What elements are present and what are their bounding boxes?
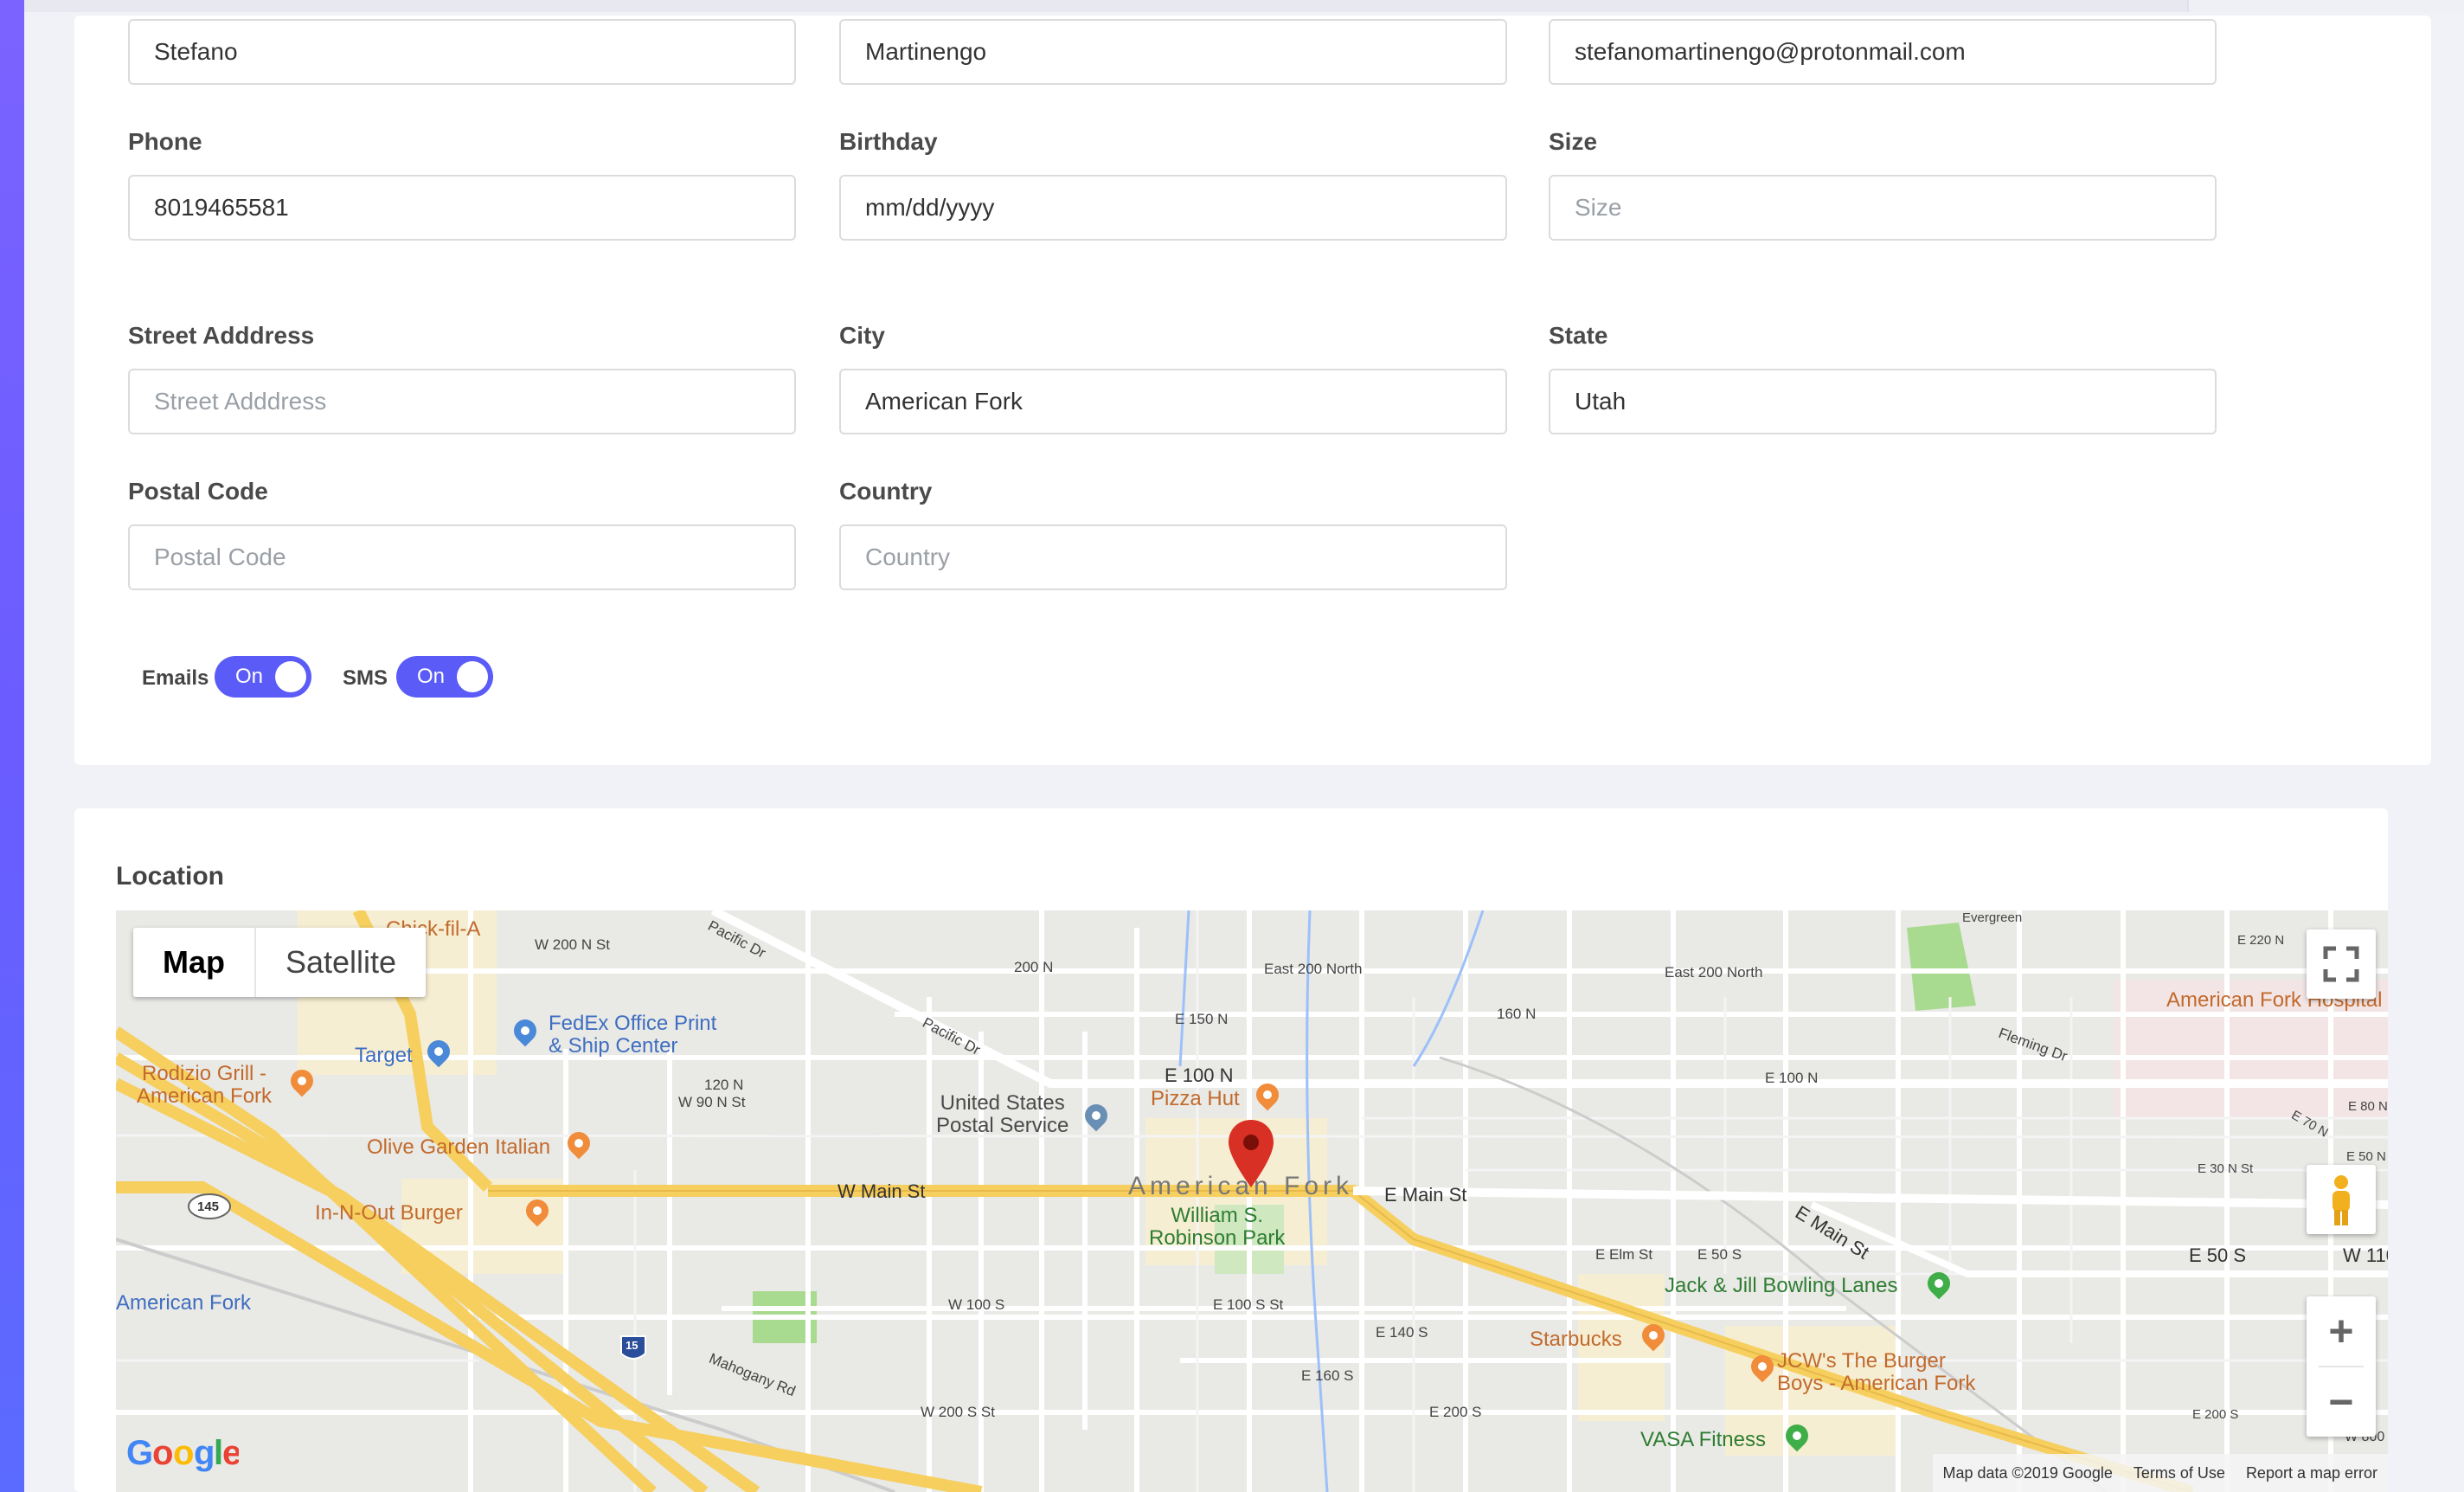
- map-label-e50s-2: E 50 S: [2189, 1244, 2247, 1266]
- map-label-e50s: E 50 S: [1697, 1246, 1742, 1263]
- map-type-map-button[interactable]: Map: [133, 928, 256, 997]
- map-label-w110: W 110: [2343, 1244, 2388, 1266]
- map-label-w100s: W 100 S: [948, 1296, 1005, 1313]
- country-label: Country: [839, 478, 933, 505]
- map-label-w200s: W 200 S St: [921, 1404, 995, 1420]
- size-field[interactable]: [1549, 175, 2217, 241]
- map-label-e100n: E 100 N: [1165, 1064, 1234, 1086]
- postal-field[interactable]: [128, 524, 796, 590]
- state-label: State: [1549, 322, 1608, 349]
- map-label-olive-garden[interactable]: Olive Garden Italian: [367, 1135, 550, 1160]
- map-label-160n: 160 N: [1497, 1006, 1537, 1022]
- birthday-field[interactable]: [839, 175, 1507, 241]
- location-title: Location: [116, 862, 224, 891]
- us145-shield-text: 145: [197, 1199, 220, 1214]
- map-label-jcws[interactable]: JCW's The Burger Boys - American Fork: [1777, 1350, 1975, 1395]
- city-label: City: [839, 322, 885, 349]
- svg-text:g: g: [194, 1434, 215, 1472]
- zoom-out-button[interactable]: −: [2307, 1367, 2376, 1437]
- sms-toggle[interactable]: On: [396, 656, 493, 698]
- map-label-east200north: East 200 North: [1264, 961, 1363, 977]
- sms-toggle-label: SMS: [343, 666, 388, 690]
- map-label-af-station[interactable]: American Fork: [116, 1291, 251, 1315]
- report-map-error-link[interactable]: Report a map error: [2246, 1464, 2377, 1482]
- map-label-starbucks[interactable]: Starbucks: [1530, 1328, 1622, 1352]
- svg-text:o: o: [173, 1434, 194, 1472]
- map-label-usps[interactable]: United States Postal Service: [936, 1092, 1068, 1137]
- map-label-innout[interactable]: In-N-Out Burger: [315, 1201, 463, 1225]
- fullscreen-icon: [2323, 946, 2359, 982]
- zoom-control: + −: [2307, 1296, 2376, 1437]
- map-label-w200n: W 200 N St: [535, 936, 610, 953]
- postal-label: Postal Code: [128, 478, 268, 505]
- map-label-e100n-2: E 100 N: [1765, 1070, 1819, 1086]
- location-card: Location Chick-fil-A W 200 N St Pacific …: [74, 808, 2388, 1492]
- profile-form-card: Phone Birthday Size Street Adddress City…: [74, 16, 2431, 765]
- map-type-control: Map Satellite: [133, 928, 427, 997]
- google-map[interactable]: Chick-fil-A W 200 N St Pacific Dr Pacifi…: [116, 910, 2388, 1492]
- map-label-target[interactable]: Target: [355, 1044, 413, 1068]
- size-label: Size: [1549, 128, 1598, 155]
- map-label-vasa[interactable]: VASA Fitness: [1640, 1428, 1766, 1452]
- street-field[interactable]: [128, 369, 796, 434]
- google-logo: G o o g l e: [126, 1431, 241, 1482]
- last-name-field[interactable]: [839, 19, 1507, 85]
- map-label-jack-jill[interactable]: Jack & Jill Bowling Lanes: [1665, 1274, 1897, 1298]
- sms-toggle-knob: [457, 661, 488, 692]
- map-label-w90n: W 90 N St: [678, 1094, 746, 1110]
- map-footer: Map data ©2019 Google Terms of Use Repor…: [1932, 1454, 2388, 1492]
- emails-toggle[interactable]: On: [215, 656, 311, 698]
- top-strip: [24, 0, 2464, 12]
- map-label-120n: 120 N: [704, 1077, 744, 1093]
- map-label-w-main: W Main St: [837, 1180, 926, 1202]
- state-field[interactable]: [1549, 369, 2217, 434]
- map-label-200n: 200 N: [1014, 959, 1054, 975]
- i15-shield-text: 15: [626, 1339, 638, 1352]
- map-label-e100s: E 100 S St: [1213, 1296, 1284, 1313]
- emails-toggle-label: Emails: [142, 666, 209, 690]
- map-label-e150n: E 150 N: [1175, 1011, 1229, 1027]
- map-label-elm: E Elm St: [1595, 1246, 1653, 1263]
- email-field[interactable]: [1549, 19, 2217, 85]
- map-label-rodizio[interactable]: Rodizio Grill - American Fork: [137, 1063, 272, 1108]
- map-data-attribution: Map data ©2019 Google: [1942, 1463, 2113, 1482]
- birthday-label: Birthday: [839, 128, 938, 155]
- map-label-e200s: E 200 S: [1429, 1404, 1482, 1420]
- map-label-e-main: E Main St: [1384, 1184, 1467, 1206]
- map-label-east200north-2: East 200 North: [1665, 964, 1763, 981]
- svg-text:o: o: [152, 1434, 173, 1472]
- street-label: Street Adddress: [128, 322, 315, 349]
- map-label-pizza-hut[interactable]: Pizza Hut: [1151, 1087, 1240, 1111]
- street-view-button[interactable]: [2307, 1165, 2376, 1234]
- terms-of-use-link[interactable]: Terms of Use: [2134, 1464, 2225, 1482]
- emails-toggle-state: On: [235, 665, 264, 688]
- fullscreen-button[interactable]: [2307, 929, 2376, 999]
- pegman-icon: [2332, 1175, 2350, 1225]
- country-field[interactable]: [839, 524, 1507, 590]
- map-label-e220n: E 220 N: [2237, 933, 2285, 948]
- map-type-satellite-button[interactable]: Satellite: [256, 928, 426, 997]
- phone-field[interactable]: [128, 175, 796, 241]
- map-label-e200s-2: E 200 S: [2192, 1407, 2239, 1422]
- top-strip-segment: [2187, 0, 2464, 12]
- emails-toggle-knob: [275, 661, 306, 692]
- svg-text:e: e: [222, 1434, 239, 1472]
- city-field[interactable]: [839, 369, 1507, 434]
- zoom-in-button[interactable]: +: [2307, 1296, 2376, 1366]
- map-label-evergreen: Evergreen: [1962, 910, 2023, 925]
- map-label-e30n: E 30 N St: [2198, 1161, 2254, 1176]
- sms-toggle-state: On: [417, 665, 446, 688]
- map-label-fedex[interactable]: FedEx Office Print & Ship Center: [549, 1013, 716, 1058]
- map-label-e140s: E 140 S: [1376, 1324, 1428, 1341]
- svg-text:G: G: [126, 1434, 153, 1472]
- map-label-robinson-park[interactable]: William S. Robinson Park: [1149, 1205, 1285, 1250]
- sidebar-edge: [0, 0, 24, 1492]
- location-marker-icon[interactable]: [1229, 1120, 1274, 1187]
- map-label-e80n: E 80 N: [2348, 1099, 2388, 1114]
- phone-label: Phone: [128, 128, 202, 155]
- first-name-field[interactable]: [128, 19, 796, 85]
- map-label-e50n: E 50 N: [2346, 1149, 2386, 1164]
- google-logo-mark: G o o g l e: [126, 1434, 241, 1472]
- map-label-e160s: E 160 S: [1301, 1367, 1354, 1384]
